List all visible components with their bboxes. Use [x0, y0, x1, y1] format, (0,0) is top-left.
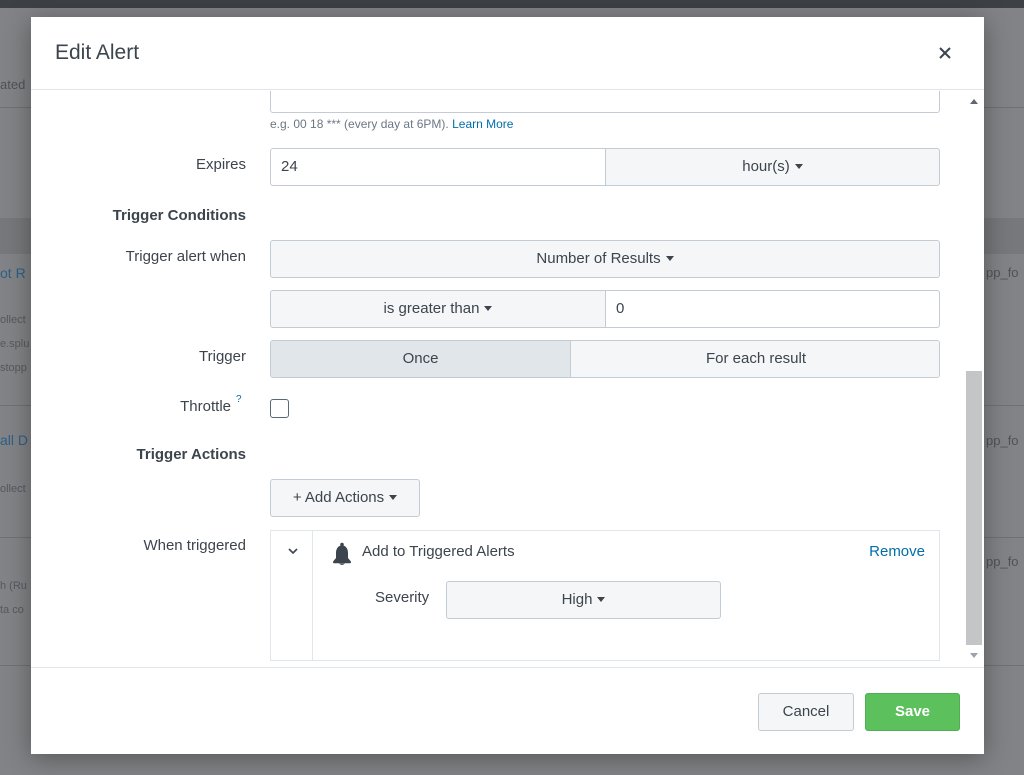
caret-down-icon: [597, 596, 606, 602]
close-icon: [939, 47, 951, 59]
severity-select[interactable]: High: [446, 581, 721, 619]
caret-down-icon: [484, 305, 493, 311]
dialog-body[interactable]: e.g. 00 18 *** (every day at 6PM). Learn…: [31, 91, 984, 667]
triggered-alert-action: Add to Triggered Alerts Remove Severity …: [270, 530, 940, 661]
action-collapse-column: [271, 531, 313, 660]
trigger-label: Trigger: [199, 348, 246, 365]
scrollbar-thumb[interactable]: [966, 371, 982, 645]
vertical-scrollbar[interactable]: [964, 91, 984, 667]
trigger-once-option[interactable]: Once: [271, 341, 571, 377]
background-text: stopp: [0, 362, 27, 374]
trigger-mode-toggle: Once For each result: [270, 340, 940, 378]
remove-action-link[interactable]: Remove: [869, 543, 925, 560]
expires-label: Expires: [195, 156, 246, 173]
background-text: ollect: [0, 483, 26, 495]
background-top-bar: [0, 0, 1024, 8]
background-text: ated: [0, 77, 26, 92]
throttle-label: Throttle: [180, 398, 231, 415]
cron-expression-input[interactable]: [270, 91, 940, 113]
trigger-for-each-result-option[interactable]: For each result: [571, 341, 939, 377]
edit-alert-dialog: Edit Alert e.g. 00 18 *** (every day at …: [31, 17, 984, 754]
trigger-condition-select[interactable]: Number of Results: [270, 240, 940, 278]
expires-value-input[interactable]: 24: [270, 148, 606, 186]
background-text: h (Ru: [0, 580, 27, 592]
background-text: pp_fo: [986, 265, 1019, 280]
caret-down-icon: [794, 163, 803, 169]
caret-down-icon: [665, 255, 674, 261]
caret-down-icon: [389, 494, 398, 500]
threshold-input[interactable]: 0: [605, 290, 940, 328]
scroll-up-arrow-icon[interactable]: [970, 99, 978, 104]
background-text: e.splu: [0, 338, 30, 350]
dialog-footer: Cancel Save: [31, 667, 984, 754]
cron-help-text: e.g. 00 18 *** (every day at 6PM). Learn…: [270, 117, 514, 131]
cancel-button[interactable]: Cancel: [758, 693, 854, 731]
trigger-conditions-heading: Trigger Conditions: [112, 207, 246, 224]
throttle-checkbox[interactable]: [270, 399, 289, 418]
background-text: pp_fo: [986, 433, 1019, 448]
background-link: all D: [0, 432, 29, 448]
learn-more-link[interactable]: Learn More: [452, 117, 513, 131]
background-text: ollect: [0, 314, 26, 326]
scroll-down-arrow-icon[interactable]: [970, 653, 978, 658]
expires-unit-select[interactable]: hour(s): [605, 148, 940, 186]
throttle-help-icon[interactable]: ?: [236, 394, 242, 405]
trigger-actions-heading: Trigger Actions: [136, 446, 246, 463]
action-title: Add to Triggered Alerts: [362, 543, 515, 560]
background-text: ta co: [0, 604, 24, 616]
when-triggered-label: When triggered: [143, 537, 246, 554]
close-button[interactable]: [936, 44, 954, 62]
trigger-alert-when-label: Trigger alert when: [125, 248, 246, 265]
background-text: pp_fo: [986, 554, 1019, 569]
dialog-header: Edit Alert: [31, 17, 984, 90]
severity-label: Severity: [375, 589, 430, 606]
comparator-select[interactable]: is greater than: [270, 290, 606, 328]
dialog-title: Edit Alert: [55, 41, 140, 64]
save-button[interactable]: Save: [865, 693, 960, 731]
chevron-down-icon[interactable]: [287, 545, 299, 557]
bell-icon: [333, 542, 351, 565]
background-link: ot R: [0, 265, 26, 281]
add-actions-button[interactable]: + Add Actions: [270, 479, 420, 517]
